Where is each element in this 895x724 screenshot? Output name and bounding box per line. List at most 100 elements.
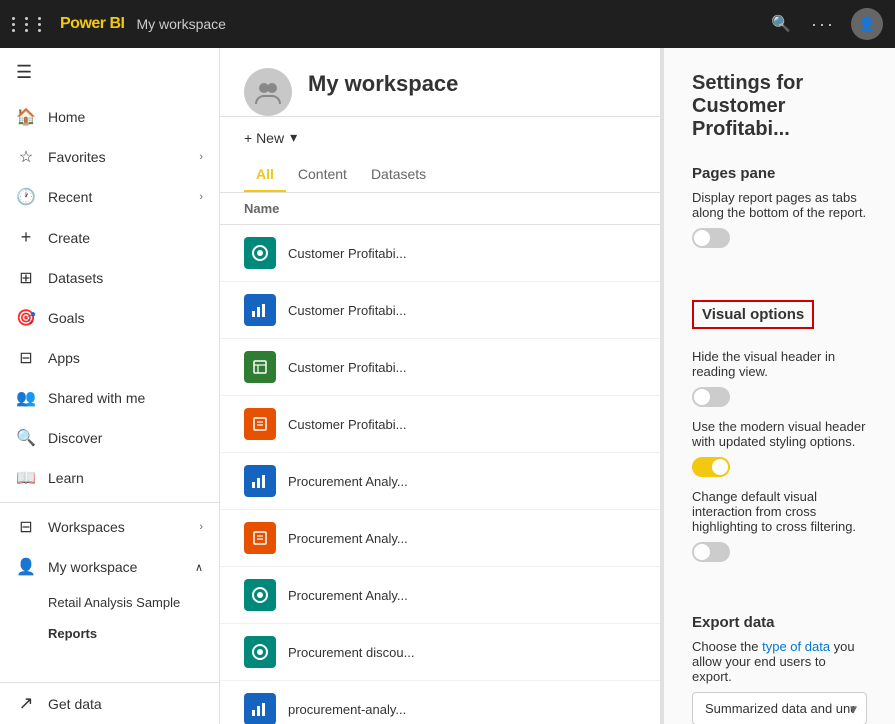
sidebar-item-datasets[interactable]: ⊞ Datasets	[0, 258, 219, 298]
list-item[interactable]: Customer Profitabi...	[220, 225, 660, 282]
datasets-icon: ⊞	[16, 268, 36, 288]
new-button-label: + New	[244, 130, 284, 146]
sidebar-item-recent[interactable]: 🕐 Recent ›	[0, 177, 219, 217]
topbar: Power BI My workspace 🔍 ··· 👤	[0, 0, 895, 48]
app-grid-icon[interactable]	[12, 17, 48, 32]
sidebar-shared-label: Shared with me	[48, 390, 203, 406]
list-item[interactable]: Procurement discou...	[220, 624, 660, 681]
list-header: Name	[220, 193, 660, 225]
sidebar-recent-label: Recent	[48, 189, 187, 205]
tab-datasets[interactable]: Datasets	[359, 158, 438, 192]
item-icon	[244, 693, 276, 724]
user-avatar-icon[interactable]: 👤	[851, 8, 883, 40]
cross-filtering-setting: Change default visual interaction from c…	[692, 489, 867, 562]
new-button[interactable]: + New ▾	[244, 129, 297, 146]
list-item[interactable]: Customer Profitabi...	[220, 339, 660, 396]
content-area: My workspace + New ▾ All Content Dataset…	[220, 48, 895, 724]
my-workspace-icon: 👤	[16, 557, 36, 577]
list-item[interactable]: Procurement Analy...	[220, 453, 660, 510]
sidebar-datasets-label: Datasets	[48, 270, 203, 286]
sidebar-item-home[interactable]: 🏠 Home	[0, 97, 219, 137]
sidebar-item-retail-analysis[interactable]: Retail Analysis Sample	[0, 587, 219, 618]
tab-all[interactable]: All	[244, 158, 286, 192]
goals-icon: 🎯	[16, 308, 36, 328]
sidebar-item-favorites[interactable]: ☆ Favorites ›	[0, 137, 219, 177]
item-name: Procurement Analy...	[288, 531, 408, 546]
sidebar-item-my-workspace[interactable]: 👤 My workspace ∧	[0, 547, 219, 587]
get-data-icon: ↗	[16, 693, 36, 714]
hide-header-description: Hide the visual header in reading view.	[692, 349, 867, 379]
export-desc-before: Choose the	[692, 639, 762, 654]
name-column-header: Name	[244, 201, 279, 216]
sidebar-item-apps[interactable]: ⊟ Apps	[0, 338, 219, 378]
sidebar-item-learn[interactable]: 📖 Learn	[0, 458, 219, 498]
list-item[interactable]: Procurement Analy...	[220, 567, 660, 624]
item-name: Procurement discou...	[288, 645, 414, 660]
item-icon	[244, 636, 276, 668]
export-data-description: Choose the type of data you allow your e…	[692, 639, 867, 684]
search-icon[interactable]: 🔍	[767, 10, 795, 38]
chevron-right-icon: ›	[199, 191, 203, 203]
tab-content[interactable]: Content	[286, 158, 359, 192]
hamburger-menu[interactable]: ☰	[0, 48, 219, 97]
workspace-name-heading: My workspace	[308, 71, 458, 113]
item-name: Procurement Analy...	[288, 588, 408, 603]
workspace-avatar	[244, 68, 292, 116]
export-data-select[interactable]: Summarized data and underlying data Summ…	[692, 692, 867, 724]
sidebar-item-workspaces[interactable]: ⊟ Workspaces ›	[0, 507, 219, 547]
item-name: Procurement Analy...	[288, 474, 408, 489]
sidebar-favorites-label: Favorites	[48, 149, 187, 165]
chevron-right-icon: ›	[199, 521, 203, 533]
export-data-title: Export data	[692, 614, 867, 631]
modern-header-toggle[interactable]	[692, 457, 730, 477]
pages-pane-toggle[interactable]	[692, 228, 730, 248]
sidebar-item-reports[interactable]: Reports	[0, 618, 219, 649]
item-name: Customer Profitabi...	[288, 360, 407, 375]
reports-label: Reports	[48, 626, 97, 641]
sidebar-item-create[interactable]: + Create	[0, 217, 219, 258]
workspace-header: My workspace	[220, 48, 660, 117]
settings-title: Settings for Customer Profitabi...	[692, 72, 867, 141]
learn-icon: 📖	[16, 468, 36, 488]
sidebar-get-data-label: Get data	[48, 696, 203, 712]
pages-pane-description: Display report pages as tabs along the b…	[692, 190, 867, 220]
item-name: procurement-analy...	[288, 702, 406, 717]
visual-options-title: Visual options	[692, 300, 814, 329]
sidebar-workspaces-label: Workspaces	[48, 519, 187, 535]
list-item[interactable]: Procurement Analy...	[220, 510, 660, 567]
item-name: Customer Profitabi...	[288, 246, 407, 261]
topbar-workspace-title: My workspace	[136, 16, 225, 32]
workspace-tabs: All Content Datasets	[220, 158, 660, 193]
sidebar-item-shared[interactable]: 👥 Shared with me	[0, 378, 219, 418]
sidebar-item-get-data[interactable]: ↗ Get data	[0, 682, 219, 724]
item-icon	[244, 579, 276, 611]
sidebar-item-goals[interactable]: 🎯 Goals	[0, 298, 219, 338]
list-item[interactable]: Customer Profitabi...	[220, 282, 660, 339]
item-icon	[244, 522, 276, 554]
visual-options-section: Visual options Hide the visual header in…	[692, 300, 867, 566]
list-item[interactable]: procurement-analy...	[220, 681, 660, 724]
list-item[interactable]: Customer Profitabi...	[220, 396, 660, 453]
export-type-link[interactable]: type of data	[762, 639, 830, 654]
sidebar-item-discover[interactable]: 🔍 Discover	[0, 418, 219, 458]
create-icon: +	[16, 227, 36, 248]
pages-pane-section: Pages pane Display report pages as tabs …	[692, 165, 867, 252]
apps-icon: ⊟	[16, 348, 36, 368]
new-chevron-icon: ▾	[290, 129, 297, 146]
export-data-section: Export data Choose the type of data you …	[692, 614, 867, 724]
sidebar-home-label: Home	[48, 109, 203, 125]
settings-panel: Settings for Customer Profitabi... Pages…	[664, 48, 895, 724]
discover-icon: 🔍	[16, 428, 36, 448]
sidebar: ☰ 🏠 Home ☆ Favorites › 🕐 Recent › + Crea…	[0, 48, 220, 724]
cross-filtering-description: Change default visual interaction from c…	[692, 489, 867, 534]
sidebar-discover-label: Discover	[48, 430, 203, 446]
item-icon	[244, 465, 276, 497]
more-icon[interactable]: ···	[807, 10, 839, 39]
modern-header-setting: Use the modern visual header with update…	[692, 419, 867, 477]
recent-icon: 🕐	[16, 187, 36, 207]
hide-header-setting: Hide the visual header in reading view.	[692, 349, 867, 407]
item-name: Customer Profitabi...	[288, 303, 407, 318]
cross-filtering-toggle[interactable]	[692, 542, 730, 562]
hide-header-toggle[interactable]	[692, 387, 730, 407]
item-name: Customer Profitabi...	[288, 417, 407, 432]
